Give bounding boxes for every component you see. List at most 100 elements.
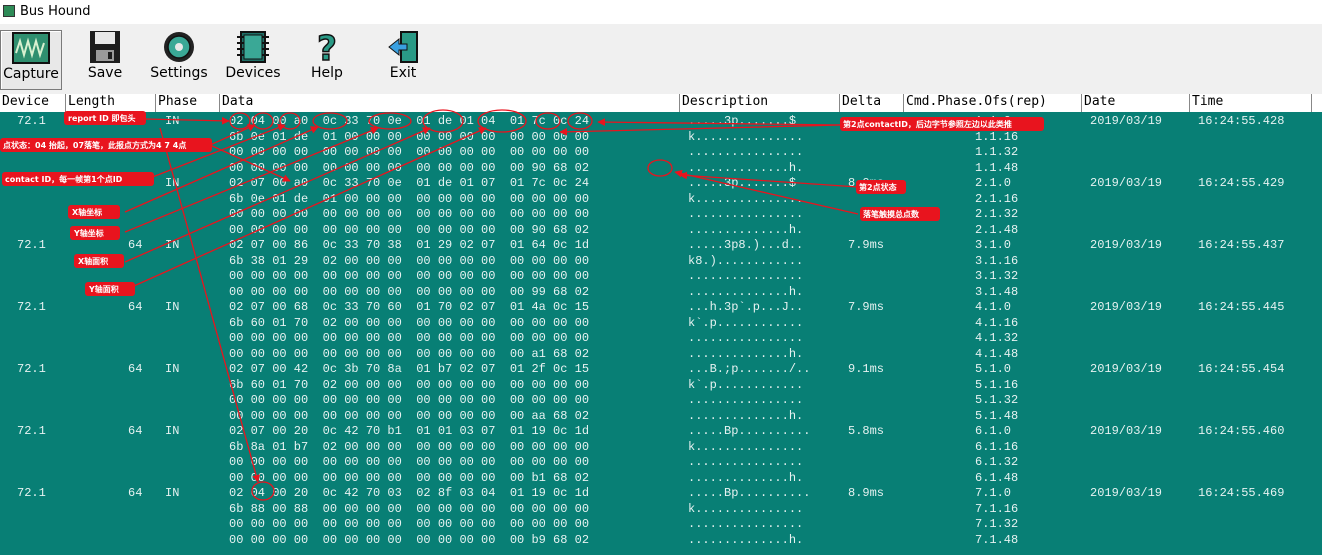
- save-button[interactable]: Save: [74, 30, 136, 88]
- description-line: ................: [688, 517, 804, 531]
- device-cell: 72.1: [17, 486, 46, 500]
- phase-cell: IN: [165, 176, 180, 190]
- description-line: ..............h.: [688, 222, 804, 237]
- device-cell: 72.1: [17, 362, 46, 376]
- help-button[interactable]: ? Help: [296, 30, 358, 88]
- capture-record-row[interactable]: 72.1 64 IN 02 07 00 42 0c 3b 70 8a 01 b7 02…: [0, 362, 1322, 424]
- cmd-phase-offset-cell: 7.1.16: [975, 501, 1019, 516]
- floppy-disk-icon: [90, 31, 120, 63]
- length-cell: 64: [128, 300, 143, 314]
- description-line: .....3p.......$: [688, 114, 797, 128]
- description-line: k`.p............: [688, 315, 804, 330]
- data-hex-line: 00 00 00 00 00 00 00 00 00 00 00 00 00 a…: [229, 346, 590, 361]
- data-hex-line: 00 00 00 00 00 00 00 00 00 00 00 00 00 0…: [229, 455, 590, 469]
- time-cell: 16:24:55.454: [1198, 362, 1285, 376]
- toolbar: Capture Save Settings Devices ? Help Exi…: [0, 24, 1322, 94]
- cmd-phase-offset-cell: 7.1.0: [975, 486, 1012, 500]
- column-header-time[interactable]: Time: [1190, 94, 1312, 112]
- cmd-phase-offset-cell: 2.1.0: [975, 176, 1012, 190]
- settings-button[interactable]: Settings: [148, 30, 210, 88]
- delta-cell: 7.9ms: [848, 300, 885, 314]
- question-mark-icon: ?: [316, 30, 337, 64]
- capture-label: Capture: [3, 66, 59, 82]
- capture-record-row[interactable]: 72.1 64 IN 02 07 00 86 0c 33 70 38 01 29 02…: [0, 238, 1322, 300]
- cmd-phase-offset-cell: 7.1.48: [975, 532, 1019, 547]
- app-icon: [3, 5, 15, 17]
- description-line: .....Bp..........: [688, 486, 811, 500]
- cmd-phase-offset-cell: 6.1.16: [975, 439, 1019, 454]
- data-hex-line: 6b 0e 01 de 01 00 00 00 00 00 00 00 00 0…: [229, 191, 590, 206]
- data-hex-line: 00 00 00 00 00 00 00 00 00 00 00 00 00 0…: [229, 517, 590, 531]
- cmd-phase-offset-cell: 4.1.48: [975, 346, 1019, 361]
- data-hex-line: 6b 8a 01 b7 02 00 00 00 00 00 00 00 00 0…: [229, 439, 590, 454]
- cmd-phase-offset-cell: 6.1.32: [975, 455, 1019, 469]
- cmd-phase-offset-cell: 1.1.0: [975, 114, 1012, 128]
- column-header-device[interactable]: Device: [0, 94, 66, 112]
- cmd-phase-offset-cell: 4.1.32: [975, 331, 1019, 345]
- column-header-delta[interactable]: Delta: [840, 94, 904, 112]
- length-cell: 64: [128, 362, 143, 376]
- description-line: ................: [688, 393, 804, 407]
- length-cell: 64: [128, 176, 143, 190]
- time-cell: 16:24:55.428: [1198, 114, 1285, 128]
- data-hex-line: 00 00 00 00 00 00 00 00 00 00 00 00 00 9…: [229, 160, 590, 175]
- devices-button[interactable]: Devices: [222, 30, 284, 88]
- description-line: .....Bp..........: [688, 424, 811, 438]
- cmd-phase-offset-cell: 5.1.0: [975, 362, 1012, 376]
- cmd-phase-offset-cell: 5.1.32: [975, 393, 1019, 407]
- description-line: k...............: [688, 501, 804, 516]
- description-line: k8.)............: [688, 253, 804, 268]
- column-header-description[interactable]: Description: [680, 94, 840, 112]
- capture-record-row[interactable]: 72.1 64 IN 02 07 00 20 0c 42 70 b1 01 01 03…: [0, 424, 1322, 486]
- date-cell: 2019/03/19: [1090, 486, 1163, 500]
- column-header-length[interactable]: Length: [66, 94, 156, 112]
- column-header-date[interactable]: Date: [1082, 94, 1190, 112]
- phase-cell: IN: [165, 486, 180, 500]
- data-hex-line: 02 07 00 a0 0c 33 70 0e 01 de 01 07 01 7…: [229, 176, 590, 190]
- capture-record-row[interactable]: 72.1 64 IN 02 04 00 a0 0c 33 70 0e 01 de 01…: [0, 114, 1322, 176]
- description-line: ..............h.: [688, 284, 804, 299]
- length-cell: 64: [128, 486, 143, 500]
- cmd-phase-offset-cell: 3.1.32: [975, 269, 1019, 283]
- cmd-phase-offset-cell: 2.1.48: [975, 222, 1019, 237]
- description-line: .....3p.......$: [688, 176, 797, 190]
- description-line: ................: [688, 269, 804, 283]
- description-line: ................: [688, 145, 804, 159]
- chip-icon: [237, 31, 269, 63]
- phase-cell: IN: [165, 362, 180, 376]
- phase-cell: IN: [165, 300, 180, 314]
- capture-record-row[interactable]: 72.1 64 IN 02 07 00 68 0c 33 70 60 01 70 02…: [0, 300, 1322, 362]
- data-hex-line: 00 00 00 00 00 00 00 00 00 00 00 00 00 9…: [229, 284, 590, 299]
- capture-record-row[interactable]: 72.1 64 IN 02 04 00 20 0c 42 70 03 02 8f 03…: [0, 486, 1322, 548]
- data-hex-line: 02 07 00 42 0c 3b 70 8a 01 b7 02 07 01 2…: [229, 362, 590, 376]
- capture-button[interactable]: Capture: [0, 30, 62, 90]
- column-header-data[interactable]: Data: [220, 94, 680, 112]
- data-hex-line: 6b 88 00 88 00 00 00 00 00 00 00 00 00 0…: [229, 501, 590, 516]
- description-line: ...B.;p......./..: [688, 362, 811, 376]
- description-line: k`.p............: [688, 377, 804, 392]
- description-line: ................: [688, 455, 804, 469]
- data-hex-line: 02 07 00 68 0c 33 70 60 01 70 02 07 01 4…: [229, 300, 590, 314]
- cmd-phase-offset-cell: 4.1.16: [975, 315, 1019, 330]
- save-label: Save: [87, 65, 123, 81]
- delta-cell: 7.9ms: [848, 238, 885, 252]
- data-hex-line: 00 00 00 00 00 00 00 00 00 00 00 00 00 a…: [229, 408, 590, 423]
- length-cell: 64: [128, 114, 143, 128]
- exit-button[interactable]: Exit: [372, 30, 434, 88]
- column-header-cmd[interactable]: Cmd.Phase.Ofs(rep): [904, 94, 1082, 112]
- description-line: ................: [688, 207, 804, 221]
- data-hex-line: 6b 0e 01 de 01 00 00 00 00 00 00 00 00 0…: [229, 129, 590, 144]
- description-line: ..............h.: [688, 470, 804, 485]
- data-hex-line: 6b 38 01 29 02 00 00 00 00 00 00 00 00 0…: [229, 253, 590, 268]
- time-cell: 16:24:55.460: [1198, 424, 1285, 438]
- description-line: k...............: [688, 129, 804, 144]
- description-line: ...h.3p`.p...J..: [688, 300, 804, 314]
- device-cell: 72.1: [17, 176, 46, 190]
- column-header-phase[interactable]: Phase: [156, 94, 220, 112]
- data-hex-line: 02 07 00 20 0c 42 70 b1 01 01 03 07 01 1…: [229, 424, 590, 438]
- cmd-phase-offset-cell: 3.1.0: [975, 238, 1012, 252]
- capture-grid[interactable]: 72.1 64 IN 02 04 00 a0 0c 33 70 0e 01 de 01…: [0, 112, 1322, 555]
- cmd-phase-offset-cell: 5.1.16: [975, 377, 1019, 392]
- cmd-phase-offset-cell: 4.1.0: [975, 300, 1012, 314]
- capture-record-row[interactable]: 72.1 64 IN 02 07 00 a0 0c 33 70 0e 01 de 01…: [0, 176, 1322, 238]
